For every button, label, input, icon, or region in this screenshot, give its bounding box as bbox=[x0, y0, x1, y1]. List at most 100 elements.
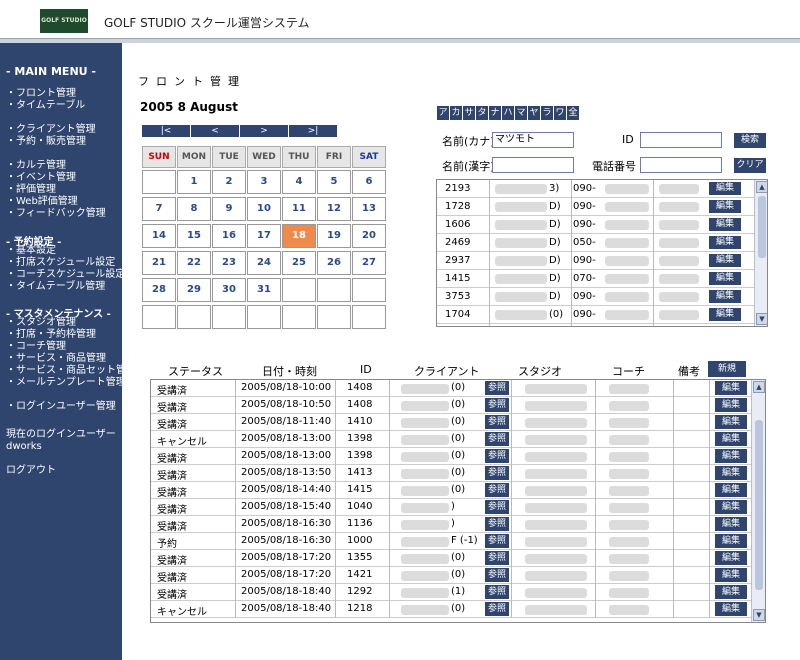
client-row[interactable]: 1704 (0) 090- 編集 bbox=[437, 306, 755, 324]
sidebar-item-front[interactable]: ・フロント管理 bbox=[6, 88, 76, 100]
client-row[interactable]: 1728 D) 090- 編集 bbox=[437, 198, 755, 216]
scroll-down-icon[interactable]: ▼ bbox=[753, 609, 765, 621]
sidebar-item-karte[interactable]: ・カルテ管理 bbox=[6, 160, 66, 172]
calendar-day[interactable]: 22 bbox=[177, 251, 211, 275]
reservation-row[interactable]: 受講済 2005/08/18-18:40 1292 (1) 参照 編集 bbox=[151, 584, 751, 601]
edit-button[interactable]: 編集 bbox=[715, 534, 747, 548]
client-row[interactable]: 2507(0)090-編集 bbox=[437, 324, 755, 327]
reference-button[interactable]: 参照 bbox=[485, 568, 509, 582]
client-row[interactable]: 1415 D) 070- 編集 bbox=[437, 270, 755, 288]
calendar-first-button[interactable]: |< bbox=[142, 125, 190, 137]
calendar-day[interactable]: 16 bbox=[212, 224, 246, 248]
reservation-row[interactable]: キャンセル 2005/08/18-13:00 1398 (0) 参照 編集 bbox=[151, 431, 751, 448]
calendar-day[interactable]: 26 bbox=[317, 251, 351, 275]
logout-link[interactable]: ログアウト bbox=[6, 465, 56, 477]
reference-button[interactable]: 参照 bbox=[485, 551, 509, 565]
edit-button[interactable]: 編集 bbox=[709, 272, 741, 285]
client-row[interactable]: 2469 D) 050- 編集 bbox=[437, 234, 755, 252]
reference-button[interactable]: 参照 bbox=[485, 432, 509, 446]
reservation-row[interactable]: 受講済 2005/08/18-10:50 1408 (0) 参照 編集 bbox=[151, 397, 751, 414]
sidebar-item-service-product[interactable]: ・サービス・商品管理 bbox=[6, 353, 106, 365]
calendar-day[interactable]: 23 bbox=[212, 251, 246, 275]
edit-button[interactable]: 編集 bbox=[709, 308, 741, 321]
edit-button[interactable]: 編集 bbox=[715, 415, 747, 429]
edit-button[interactable]: 編集 bbox=[715, 602, 747, 616]
edit-button[interactable]: 編集 bbox=[709, 182, 741, 195]
calendar-day[interactable]: 12 bbox=[317, 197, 351, 221]
search-button[interactable]: 検索 bbox=[734, 133, 766, 148]
kana-button[interactable]: 全 bbox=[567, 106, 579, 120]
client-row[interactable]: 2193 3) 090- 編集 bbox=[437, 180, 755, 198]
scroll-up-icon[interactable]: ▲ bbox=[756, 181, 767, 193]
reservation-row[interactable]: 受講済 2005/08/18-14:40 1415 (0) 参照 編集 bbox=[151, 482, 751, 499]
client-list-scrollbar[interactable]: ▲ ▼ bbox=[754, 180, 767, 326]
sidebar-item-coach[interactable]: ・コーチ管理 bbox=[6, 341, 66, 353]
calendar-day[interactable]: 3 bbox=[247, 170, 281, 194]
reservation-row[interactable]: キャンセル 2005/08/18-18:40 1218 (0) 参照 編集 bbox=[151, 601, 751, 618]
edit-button[interactable]: 編集 bbox=[709, 200, 741, 213]
reservation-row[interactable]: 受講済 2005/08/18-16:30 1136) 参照 編集 bbox=[151, 516, 751, 533]
reference-button[interactable]: 参照 bbox=[485, 602, 509, 616]
reference-button[interactable]: 参照 bbox=[485, 534, 509, 548]
reference-button[interactable]: 参照 bbox=[485, 500, 509, 514]
kana-name-input[interactable]: マツモト bbox=[492, 132, 574, 148]
calendar-day[interactable]: 29 bbox=[177, 278, 211, 302]
phone-input[interactable] bbox=[640, 157, 722, 173]
sidebar-item-timetable[interactable]: ・タイムテーブル bbox=[6, 100, 85, 112]
calendar-day[interactable]: 25 bbox=[282, 251, 316, 275]
reservation-list-scrollbar[interactable]: ▲ ▼ bbox=[751, 380, 765, 622]
kana-button[interactable]: サ bbox=[463, 106, 475, 120]
edit-button[interactable]: 編集 bbox=[715, 398, 747, 412]
edit-button[interactable]: 編集 bbox=[709, 218, 741, 231]
scroll-thumb[interactable] bbox=[758, 196, 766, 258]
sidebar-item-coach-schedule[interactable]: ・コーチスケジュール設定 bbox=[6, 269, 125, 281]
kana-button[interactable]: ハ bbox=[502, 106, 514, 120]
kana-button[interactable]: ア bbox=[437, 106, 449, 120]
edit-button[interactable]: 編集 bbox=[715, 466, 747, 480]
kana-button[interactable]: ヤ bbox=[528, 106, 540, 120]
sidebar-item-client[interactable]: ・クライアント管理 bbox=[6, 124, 96, 136]
edit-button[interactable]: 編集 bbox=[709, 290, 741, 303]
calendar-prev-button[interactable]: < bbox=[191, 125, 239, 137]
edit-button[interactable]: 編集 bbox=[715, 500, 747, 514]
edit-button[interactable]: 編集 bbox=[715, 568, 747, 582]
reference-button[interactable]: 参照 bbox=[485, 449, 509, 463]
sidebar-item-bay-slot[interactable]: ・打席・予約枠管理 bbox=[6, 329, 96, 341]
sidebar-item-web-evaluation[interactable]: ・Web評価管理 bbox=[6, 196, 78, 208]
reference-button[interactable]: 参照 bbox=[485, 381, 509, 395]
sidebar-item-studio[interactable]: ・スタジオ管理 bbox=[6, 317, 76, 329]
sidebar-item-bay-schedule[interactable]: ・打席スケジュール設定 bbox=[6, 257, 115, 269]
reference-button[interactable]: 参照 bbox=[485, 585, 509, 599]
kana-button[interactable]: ラ bbox=[541, 106, 553, 120]
sidebar-item-event[interactable]: ・イベント管理 bbox=[6, 172, 76, 184]
calendar-day[interactable]: 8 bbox=[177, 197, 211, 221]
calendar-next-button[interactable]: > bbox=[240, 125, 288, 137]
calendar-day[interactable]: 21 bbox=[142, 251, 176, 275]
reservation-row[interactable]: 受講済 2005/08/18-13:50 1413 (0) 参照 編集 bbox=[151, 465, 751, 482]
reference-button[interactable]: 参照 bbox=[485, 517, 509, 531]
edit-button[interactable]: 編集 bbox=[709, 326, 741, 327]
reservation-row[interactable]: 受講済 2005/08/18-17:20 1421 (0) 参照 編集 bbox=[151, 567, 751, 584]
calendar-day[interactable]: 24 bbox=[247, 251, 281, 275]
calendar-day[interactable]: 10 bbox=[247, 197, 281, 221]
kana-button[interactable]: マ bbox=[515, 106, 527, 120]
sidebar-item-reservation-sales[interactable]: ・予約・販売管理 bbox=[6, 136, 86, 148]
sidebar-item-mail-template[interactable]: ・メールテンプレート管理 bbox=[6, 377, 126, 389]
reference-button[interactable]: 参照 bbox=[485, 466, 509, 480]
calendar-day[interactable]: 2 bbox=[212, 170, 246, 194]
calendar-day[interactable]: 28 bbox=[142, 278, 176, 302]
sidebar-item-service-set[interactable]: ・サービス・商品セット管理 bbox=[6, 365, 136, 377]
kana-button[interactable]: カ bbox=[450, 106, 462, 120]
new-reservation-button[interactable]: 新規 bbox=[708, 361, 746, 377]
sidebar-item-timetable-mgmt[interactable]: ・タイムテーブル管理 bbox=[6, 281, 105, 293]
sidebar-item-login-user[interactable]: ・ログインユーザー管理 bbox=[6, 401, 116, 413]
calendar-day[interactable]: 13 bbox=[352, 197, 386, 221]
calendar-day[interactable]: 31 bbox=[247, 278, 281, 302]
edit-button[interactable]: 編集 bbox=[715, 517, 747, 531]
calendar-day[interactable]: 14 bbox=[142, 224, 176, 248]
reservation-row[interactable]: 受講済 2005/08/18-13:00 1398 (0) 参照 編集 bbox=[151, 448, 751, 465]
client-row[interactable]: 2937 D) 090- 編集 bbox=[437, 252, 755, 270]
client-row[interactable]: 1606 D) 090- 編集 bbox=[437, 216, 755, 234]
calendar-day[interactable]: 4 bbox=[282, 170, 316, 194]
sidebar-item-feedback[interactable]: ・フィードバック管理 bbox=[6, 208, 106, 220]
